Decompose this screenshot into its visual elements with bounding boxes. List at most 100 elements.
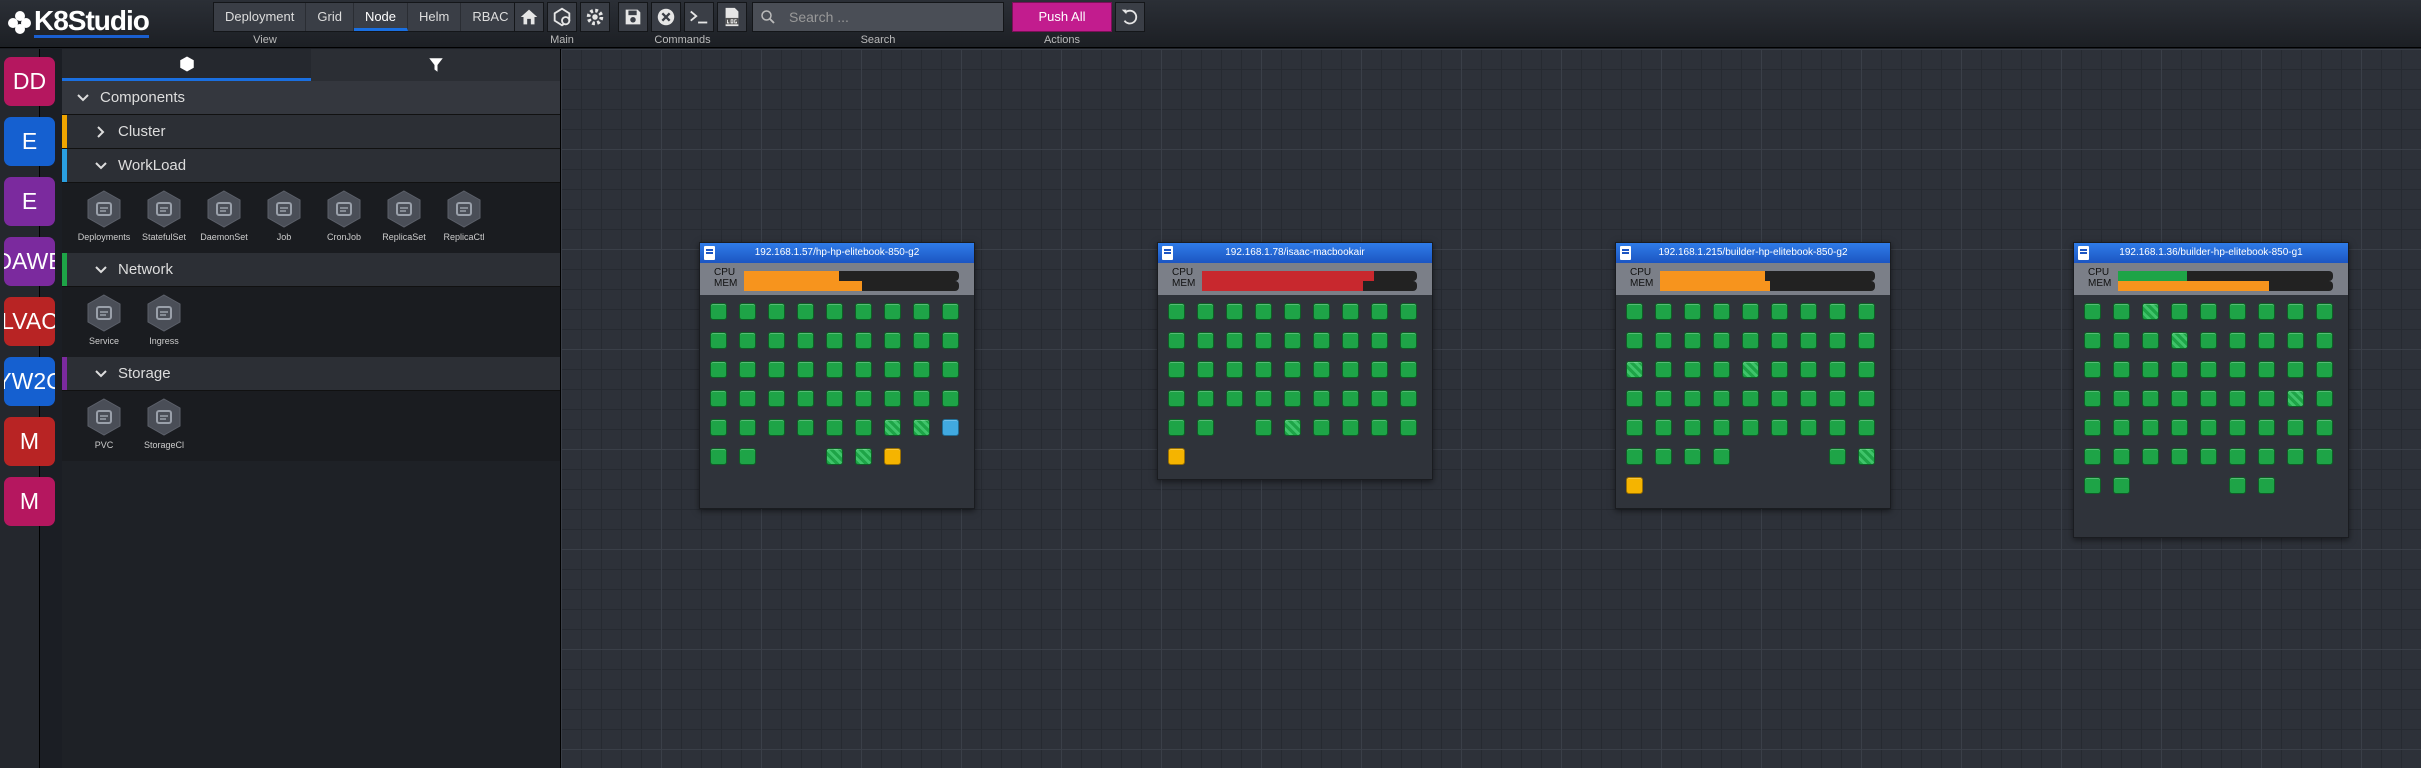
pod[interactable] <box>1168 448 1185 465</box>
settings-button[interactable] <box>580 2 610 32</box>
pod[interactable] <box>1626 448 1643 465</box>
tab-filter[interactable] <box>311 49 560 81</box>
node-header[interactable]: 192.168.1.36/builder-hp-elitebook-850-g1 <box>2074 243 2348 263</box>
pod[interactable] <box>2113 448 2130 465</box>
pod[interactable] <box>1400 332 1417 349</box>
pod[interactable] <box>768 361 785 378</box>
pod[interactable] <box>1400 419 1417 436</box>
pod[interactable] <box>2113 332 2130 349</box>
pod[interactable] <box>1197 303 1214 320</box>
pod[interactable] <box>2258 477 2275 494</box>
pod[interactable] <box>1284 361 1301 378</box>
pod[interactable] <box>1800 332 1817 349</box>
pod[interactable] <box>710 332 727 349</box>
pod[interactable] <box>1371 419 1388 436</box>
pod[interactable] <box>1342 390 1359 407</box>
pod[interactable] <box>1800 419 1817 436</box>
context-avatar[interactable]: M <box>4 417 55 466</box>
context-avatar[interactable]: LVAC <box>4 297 55 346</box>
component-job[interactable]: Job <box>254 189 314 247</box>
pod[interactable] <box>855 448 872 465</box>
pod[interactable] <box>2287 303 2304 320</box>
pod[interactable] <box>1655 303 1672 320</box>
pod[interactable] <box>2229 448 2246 465</box>
pod[interactable] <box>1829 303 1846 320</box>
pod[interactable] <box>1684 419 1701 436</box>
pod[interactable] <box>942 303 959 320</box>
pod[interactable] <box>2084 448 2101 465</box>
pod[interactable] <box>1858 303 1875 320</box>
pod[interactable] <box>1626 419 1643 436</box>
pod[interactable] <box>1342 303 1359 320</box>
pod[interactable] <box>2142 303 2159 320</box>
pod[interactable] <box>855 419 872 436</box>
pod[interactable] <box>1197 332 1214 349</box>
pod[interactable] <box>826 361 843 378</box>
pod[interactable] <box>1829 419 1846 436</box>
pod[interactable] <box>2229 332 2246 349</box>
pod[interactable] <box>2258 419 2275 436</box>
pod[interactable] <box>2316 390 2333 407</box>
pod[interactable] <box>1858 419 1875 436</box>
pod[interactable] <box>1655 332 1672 349</box>
pod[interactable] <box>1800 303 1817 320</box>
pod[interactable] <box>2287 419 2304 436</box>
pod[interactable] <box>1742 419 1759 436</box>
pod[interactable] <box>1255 332 1272 349</box>
pod[interactable] <box>1800 390 1817 407</box>
pod[interactable] <box>1829 390 1846 407</box>
context-avatar[interactable]: DD <box>4 57 55 106</box>
pod[interactable] <box>2200 332 2217 349</box>
group-cluster[interactable]: Cluster <box>62 115 560 149</box>
pod[interactable] <box>942 361 959 378</box>
pod[interactable] <box>2287 361 2304 378</box>
component-statefulset[interactable]: StatefulSet <box>134 189 194 247</box>
pod[interactable] <box>710 419 727 436</box>
pod[interactable] <box>2113 390 2130 407</box>
pod[interactable] <box>2084 477 2101 494</box>
pod[interactable] <box>1713 303 1730 320</box>
pod[interactable] <box>1255 361 1272 378</box>
pod[interactable] <box>1655 361 1672 378</box>
context-avatar[interactable]: YW2C <box>4 357 55 406</box>
pod[interactable] <box>913 303 930 320</box>
pod[interactable] <box>1829 361 1846 378</box>
component-deployments[interactable]: Deployments <box>74 189 134 247</box>
pod[interactable] <box>2084 390 2101 407</box>
pod[interactable] <box>913 419 930 436</box>
pod[interactable] <box>942 419 959 436</box>
component-replicactl[interactable]: ReplicaCtl <box>434 189 494 247</box>
pod[interactable] <box>855 390 872 407</box>
pod[interactable] <box>2258 390 2275 407</box>
pod[interactable] <box>1342 332 1359 349</box>
pod[interactable] <box>884 332 901 349</box>
pod[interactable] <box>1858 390 1875 407</box>
pod[interactable] <box>913 361 930 378</box>
component-pvc[interactable]: PVC <box>74 397 134 455</box>
pod[interactable] <box>797 390 814 407</box>
pod[interactable] <box>1284 332 1301 349</box>
pod[interactable] <box>1800 361 1817 378</box>
pod[interactable] <box>826 303 843 320</box>
pod[interactable] <box>1400 303 1417 320</box>
node-card[interactable]: 192.168.1.36/builder-hp-elitebook-850-g1… <box>2073 242 2349 538</box>
pod[interactable] <box>826 332 843 349</box>
node-card[interactable]: 192.168.1.57/hp-hp-elitebook-850-g2 CPU ME… <box>699 242 975 509</box>
pod[interactable] <box>1626 361 1643 378</box>
node-header[interactable]: 192.168.1.215/builder-hp-elitebook-850-g… <box>1616 243 1890 263</box>
pod[interactable] <box>1713 390 1730 407</box>
pod[interactable] <box>2200 448 2217 465</box>
pod[interactable] <box>1226 303 1243 320</box>
pod[interactable] <box>2258 448 2275 465</box>
component-cronjob[interactable]: CronJob <box>314 189 374 247</box>
home-button[interactable] <box>514 2 544 32</box>
pod[interactable] <box>739 448 756 465</box>
terminal-button[interactable] <box>684 2 714 32</box>
pod[interactable] <box>2200 361 2217 378</box>
group-storage[interactable]: Storage <box>62 357 560 391</box>
component-ingress[interactable]: Ingress <box>134 293 194 351</box>
context-avatar[interactable]: E <box>4 177 55 226</box>
pod[interactable] <box>797 361 814 378</box>
pod[interactable] <box>1168 332 1185 349</box>
pod[interactable] <box>1255 419 1272 436</box>
